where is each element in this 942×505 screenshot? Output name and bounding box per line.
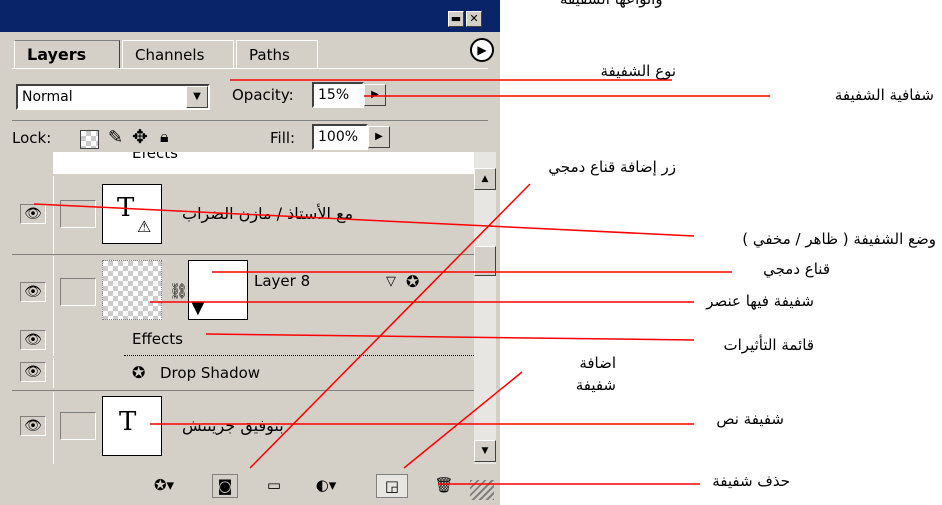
- annotation-effects-list: قائمة التأثيرات: [723, 336, 815, 354]
- annotation-layer-mask: قناع دمجي: [763, 260, 830, 278]
- callout-line-effects: [205, 333, 695, 341]
- callout-lines: [33, 79, 770, 485]
- annotation-add-mask-button: زر إضافة قناع دمجي: [548, 158, 676, 176]
- tab-layers[interactable]: Layers: [14, 40, 120, 68]
- annotation-add-layer-2: شفيفة: [575, 376, 616, 394]
- annotation-blend-type: نوع الشفيفة: [600, 62, 676, 80]
- annotation-opacity: شفافية الشفيفة: [834, 86, 934, 104]
- annotation-visibility: وضع الشفيفة ( ظاهر / مخفي ): [742, 230, 936, 248]
- callout-line-add-layer: [403, 371, 523, 469]
- callout-line-visibility: [33, 203, 695, 237]
- annotation-layer-with-element: شفيفة فيها عنصر: [706, 292, 814, 310]
- annotation-add-layer-1: اضافة: [579, 354, 616, 372]
- annotation-delete-layer: حذف شفيفة: [712, 472, 790, 490]
- annotation-text-layer: شفيفة نص: [716, 410, 784, 428]
